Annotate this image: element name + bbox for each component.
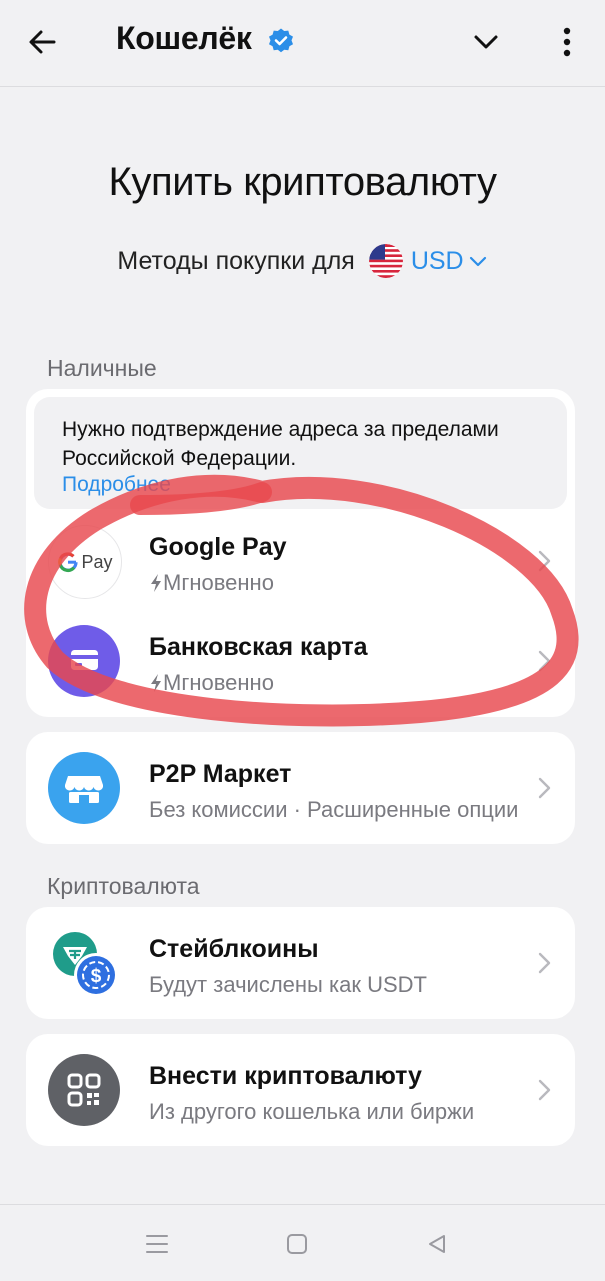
us-flag-icon — [368, 244, 403, 278]
method-subtitle: Мгновенно — [149, 570, 519, 596]
google-pay-icon-label: Pay — [81, 551, 113, 572]
google-pay-icon: Pay — [48, 525, 122, 599]
store-icon — [48, 752, 120, 824]
home-button[interactable] — [282, 1229, 312, 1259]
lightning-icon — [151, 574, 161, 592]
chevron-down-icon — [469, 256, 486, 267]
method-subtitle: Мгновенно — [149, 670, 519, 696]
section-label-cash: Наличные — [47, 355, 157, 381]
system-back-button[interactable] — [422, 1229, 452, 1259]
menu-lines-icon — [146, 1235, 168, 1253]
section-label-crypto: Криптовалюта — [47, 873, 200, 899]
p2p-card: P2P Маркет Без комиссии · Расширенные оп… — [26, 732, 575, 844]
method-bank-card[interactable]: Банковская карта Мгновенно — [26, 611, 575, 711]
deposit-crypto-card: Внести криптовалюту Из другого кошелька … — [26, 1034, 575, 1146]
arrow-left-icon — [29, 30, 56, 54]
method-p2p-market[interactable]: P2P Маркет Без комиссии · Расширенные оп… — [26, 738, 575, 838]
currency-code: USD — [410, 246, 464, 275]
method-deposit-crypto[interactable]: Внести криптовалюту Из другого кошелька … — [26, 1040, 575, 1140]
notice-text: Нужно подтверждение адреса за пределами … — [62, 418, 499, 470]
method-subtitle: Будут зачислены как USDT — [149, 972, 427, 997]
chevron-right-icon — [538, 777, 551, 799]
cash-methods-card: Нужно подтверждение адреса за пределами … — [26, 389, 575, 717]
method-name: Внести криптовалюту — [149, 1062, 422, 1090]
svg-text:$: $ — [91, 966, 102, 987]
address-notice: Нужно подтверждение адреса за пределами … — [34, 397, 567, 509]
recent-apps-button[interactable] — [142, 1229, 172, 1259]
method-name: Стейблкоины — [149, 935, 319, 963]
lightning-icon — [151, 674, 161, 692]
verified-badge-icon — [269, 28, 293, 53]
method-stablecoins[interactable]: $ Стейблкоины Будут зачислены как USDT — [26, 913, 575, 1013]
method-google-pay[interactable]: Pay Google Pay Мгновенно — [26, 511, 575, 611]
method-name: P2P Маркет — [149, 760, 292, 788]
qr-code-icon — [48, 1054, 120, 1126]
bank-card-icon — [48, 625, 120, 697]
wallet-switch-button[interactable] — [466, 22, 506, 62]
method-name: Банковская карта — [149, 633, 368, 661]
chevron-right-icon — [538, 1079, 551, 1101]
google-g-icon — [58, 552, 79, 573]
square-icon — [287, 1234, 307, 1254]
method-subtitle: Из другого кошелька или биржи — [149, 1099, 475, 1124]
page-title: Купить криптовалюту — [108, 160, 497, 204]
triangle-back-icon — [429, 1235, 445, 1253]
more-options-button[interactable] — [548, 20, 586, 64]
top-app-bar: Кошелёк — [0, 0, 605, 87]
back-button[interactable] — [22, 22, 62, 62]
methods-label: Методы покупки для — [117, 246, 355, 275]
learn-more-link[interactable]: Подробнее — [62, 473, 171, 497]
more-vertical-icon — [563, 27, 571, 57]
chevron-right-icon — [538, 952, 551, 974]
method-name: Google Pay — [149, 533, 287, 561]
chevron-down-icon — [474, 35, 498, 49]
method-subtitle: Без комиссии · Расширенные опции — [149, 797, 519, 822]
stablecoin-icon: $ — [48, 927, 120, 999]
chevron-right-icon — [538, 550, 551, 572]
chevron-right-icon — [538, 650, 551, 672]
stablecoins-card: $ Стейблкоины Будут зачислены как USDT — [26, 907, 575, 1019]
currency-selector[interactable]: Методы покупки для USD — [0, 244, 605, 278]
system-navigation-bar — [0, 1204, 605, 1281]
app-title: Кошелёк — [116, 20, 252, 56]
